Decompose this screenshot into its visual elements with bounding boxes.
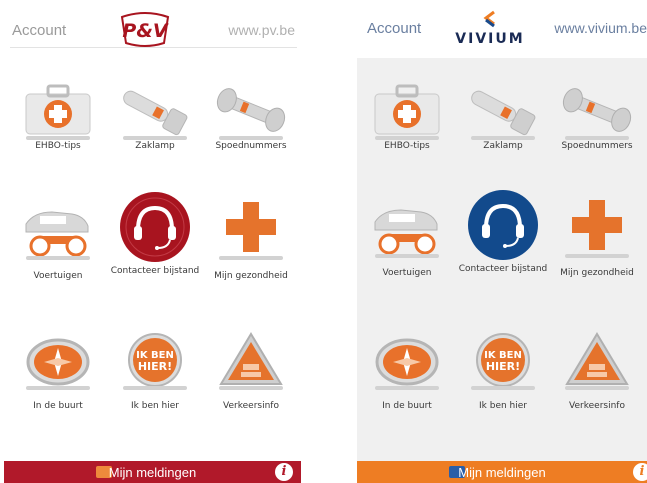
tile-shadow: [26, 386, 90, 390]
website-link[interactable]: www.vivium.be: [554, 20, 647, 36]
tile-ik-ben-hier[interactable]: IK BEN HIER! Ik ben hier: [107, 328, 203, 448]
info-icon[interactable]: i: [633, 463, 647, 481]
tile-zaklamp[interactable]: Zaklamp: [107, 78, 203, 198]
tile-label: In de buurt: [33, 401, 83, 411]
headset-icon: [468, 190, 538, 260]
compass-icon: [26, 338, 90, 386]
pv-logo-text: P&V: [122, 20, 168, 42]
tile-shadow: [565, 136, 629, 140]
tile-voertuigen[interactable]: Voertuigen: [359, 196, 455, 316]
ik-ben-hier-badge-icon: IK BEN HIER!: [476, 333, 530, 387]
tile-shadow: [471, 136, 535, 140]
tile-mijn-gezondheid[interactable]: Mijn gezondheid: [203, 198, 299, 318]
tile-label: In de buurt: [382, 401, 432, 411]
tile-label: EHBO-tips: [384, 141, 430, 151]
tile-label: Mijn gezondheid: [214, 271, 288, 281]
tile-in-de-buurt[interactable]: In de buurt: [359, 328, 455, 448]
tile-shadow: [26, 256, 90, 260]
tile-shadow: [219, 136, 283, 140]
tile-shadow: [375, 136, 439, 140]
header: Account VIVIUM www.vivium.be: [357, 0, 647, 58]
tile-label: Ik ben hier: [131, 401, 179, 411]
tile-verkeersinfo[interactable]: Verkeersinfo: [203, 328, 299, 448]
traffic-sign-icon: [565, 332, 629, 385]
tile-label: Ik ben hier: [479, 401, 527, 411]
account-link[interactable]: Account: [367, 20, 421, 37]
tile-ehbo-tips[interactable]: EHBO-tips: [10, 78, 106, 198]
vivium-app-screen: Account VIVIUM www.vivium.be EHBO-tips Z…: [357, 0, 647, 483]
header: Account P&V www.pv.be: [4, 0, 301, 58]
tile-label: EHBO-tips: [35, 141, 81, 151]
tile-shadow: [375, 254, 439, 258]
tile-mijn-gezondheid[interactable]: Mijn gezondheid: [549, 196, 645, 316]
tile-label: Spoednummers: [561, 141, 633, 151]
tile-shadow: [219, 386, 283, 390]
tile-zaklamp[interactable]: Zaklamp: [455, 78, 551, 198]
svg-text:HIER!: HIER!: [138, 360, 172, 373]
vivium-chevron-icon: [483, 10, 495, 28]
tile-label: Zaklamp: [135, 141, 175, 151]
info-icon[interactable]: i: [275, 463, 293, 481]
pv-logo: P&V: [116, 11, 174, 49]
account-link[interactable]: Account: [12, 22, 66, 39]
tile-shadow: [219, 256, 283, 260]
tile-verkeersinfo[interactable]: Verkeersinfo: [549, 328, 645, 448]
tile-shadow: [26, 136, 90, 140]
health-cross-icon: [226, 202, 276, 252]
tile-shadow: [123, 386, 187, 390]
header-divider: [10, 47, 297, 48]
vehicles-icon: [25, 211, 89, 257]
tile-spoednummers[interactable]: Spoednummers: [203, 78, 299, 198]
flashlight-icon: [123, 90, 188, 136]
vivium-logo: VIVIUM: [445, 8, 535, 48]
meldingen-bar[interactable]: Mijn meldingen i: [357, 461, 647, 483]
tile-shadow: [375, 386, 439, 390]
vivium-logo-text: VIVIUM: [455, 31, 525, 47]
ik-ben-hier-badge-icon: IK BEN HIER!: [128, 333, 182, 387]
tile-shadow: [565, 386, 629, 390]
tile-label: Zaklamp: [483, 141, 523, 151]
tile-shadow: [123, 136, 187, 140]
flashlight-icon: [471, 90, 536, 136]
vehicles-icon: [374, 209, 438, 255]
pv-app-screen: Account P&V www.pv.be EHBO-tips Zaklamp …: [4, 0, 301, 483]
meldingen-label: Mijn meldingen: [458, 465, 546, 480]
tile-voertuigen[interactable]: Voertuigen: [10, 198, 106, 318]
compass-icon: [375, 338, 439, 386]
tile-contacteer-bijstand[interactable]: Contacteer bijstand: [455, 188, 551, 308]
health-cross-icon: [572, 200, 622, 250]
tile-label: Spoednummers: [215, 141, 287, 151]
website-link[interactable]: www.pv.be: [228, 22, 295, 38]
tile-label: Contacteer bijstand: [110, 266, 200, 276]
tile-ik-ben-hier[interactable]: IK BEN HIER! Ik ben hier: [455, 328, 551, 448]
meldingen-bar[interactable]: Mijn meldingen i: [4, 461, 301, 483]
phone-handset-icon: [216, 88, 286, 132]
tile-shadow: [565, 254, 629, 258]
first-aid-kit-icon: [25, 84, 91, 135]
traffic-sign-icon: [219, 332, 283, 385]
tile-contacteer-bijstand[interactable]: Contacteer bijstand: [107, 190, 203, 310]
tile-in-de-buurt[interactable]: In de buurt: [10, 328, 106, 448]
headset-icon: [120, 192, 190, 262]
svg-text:HIER!: HIER!: [486, 360, 520, 373]
tile-label: Mijn gezondheid: [560, 268, 634, 278]
meldingen-label: Mijn meldingen: [108, 465, 197, 480]
tile-label: Verkeersinfo: [569, 401, 625, 411]
tile-spoednummers[interactable]: Spoednummers: [549, 78, 645, 198]
phone-handset-icon: [562, 88, 632, 132]
tile-label: Voertuigen: [382, 268, 432, 278]
tile-label: Verkeersinfo: [223, 401, 279, 411]
first-aid-kit-icon: [374, 84, 440, 135]
tile-ehbo-tips[interactable]: EHBO-tips: [359, 78, 455, 198]
tile-label: Contacteer bijstand: [458, 264, 548, 274]
tile-shadow: [471, 386, 535, 390]
tile-label: Voertuigen: [33, 271, 83, 281]
